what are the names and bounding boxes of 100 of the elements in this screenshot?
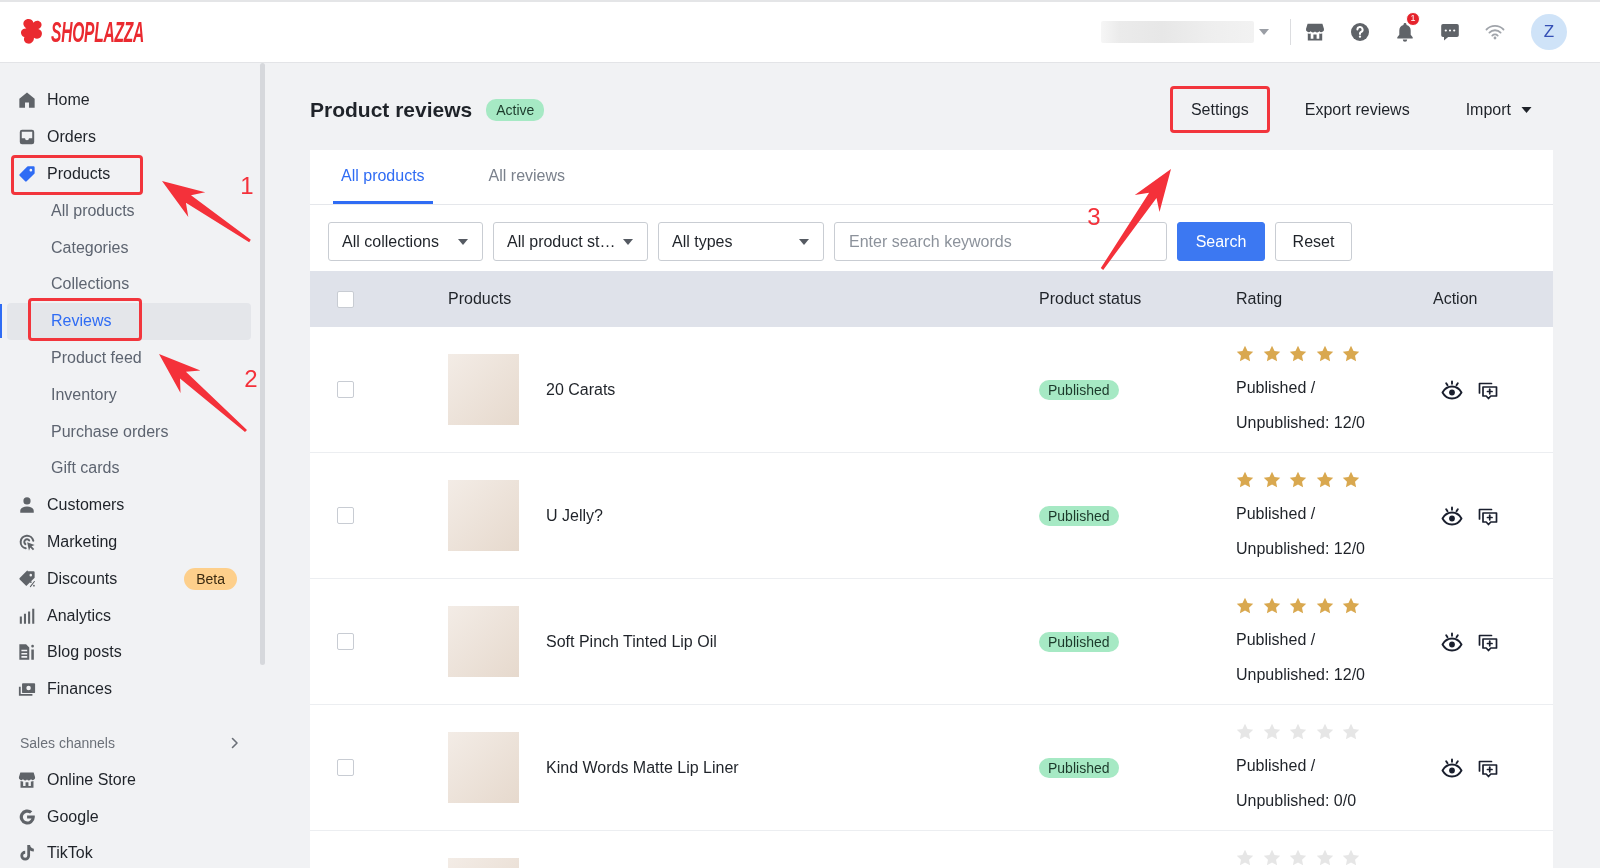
logo-icon[interactable] [20, 17, 44, 47]
avatar[interactable]: Z [1531, 14, 1567, 50]
caret-icon[interactable] [1259, 29, 1269, 35]
action-button[interactable]: Settings [1169, 86, 1270, 133]
status-badge: Published [1039, 757, 1119, 778]
checkbox[interactable] [337, 759, 354, 776]
chevron-right-icon[interactable] [231, 736, 239, 749]
nav-subitem[interactable]: Inventory [7, 376, 121, 414]
star-icon [1315, 849, 1334, 866]
notification-badge: 1 [1406, 12, 1420, 26]
help-icon[interactable] [1350, 22, 1370, 42]
column-header: Product status [1039, 290, 1142, 307]
star-icon [1342, 723, 1360, 740]
logo-wordmark[interactable]: SHOPLAZZA [51, 17, 144, 47]
nav-item[interactable]: Discounts Beta [7, 560, 251, 598]
star-icon [1315, 345, 1334, 362]
photo-placeholder [448, 606, 519, 677]
star-icon [1342, 597, 1360, 614]
checkbox[interactable] [337, 507, 354, 524]
nav-subitem[interactable]: Purchase orders [7, 413, 173, 450]
tab[interactable]: All reviews [480, 150, 574, 204]
nav-subitem[interactable]: All products [7, 192, 139, 230]
annotation-number: 1 [240, 174, 254, 198]
column-header: Products [448, 290, 512, 307]
eye-icon[interactable] [1441, 379, 1463, 400]
star-icon [1342, 849, 1360, 866]
storefront-icon[interactable] [1305, 22, 1325, 42]
product-name[interactable]: Kind Words Matte Lip Liner [546, 758, 739, 777]
star-icon [1262, 471, 1281, 488]
checkbox[interactable] [337, 633, 354, 650]
feature-badge: Beta [184, 567, 237, 590]
star-icon [1289, 723, 1307, 740]
review-counts: Published / Unpublished: 12/0 [1236, 504, 1366, 559]
filter-dropdown[interactable]: All types [658, 222, 824, 261]
caret-icon [1521, 106, 1532, 113]
nav-subitem[interactable]: Collections [7, 266, 134, 303]
nav-item[interactable]: Orders [7, 118, 100, 156]
star-icon [1289, 849, 1307, 866]
action-button[interactable]: Export reviews [1283, 86, 1431, 133]
bell-icon[interactable] [1395, 22, 1415, 42]
caret-icon [458, 238, 468, 245]
chat-icon[interactable] [1440, 22, 1460, 42]
page-title: Product reviews [310, 97, 473, 122]
nav-item[interactable]: Analytics [7, 597, 116, 634]
star-icon [1236, 597, 1254, 614]
product-name[interactable]: U Jelly? [546, 506, 603, 525]
nav-subitem[interactable]: Reviews [7, 302, 251, 340]
primary-button[interactable]: Search [1177, 222, 1265, 261]
nav-item[interactable]: Customers [7, 486, 129, 524]
nav-item[interactable]: Google [7, 798, 103, 835]
review-counts: Published / Unpublished: 12/0 [1236, 630, 1366, 685]
nav-item[interactable]: TikTok [7, 834, 97, 868]
tab[interactable]: All products [333, 150, 433, 204]
star-icon [1236, 471, 1254, 488]
star-icon [1289, 597, 1307, 614]
column-header: Rating [1236, 290, 1283, 307]
nav-item[interactable]: Marketing [7, 523, 122, 561]
checkbox[interactable] [337, 290, 354, 308]
star-icon [1342, 471, 1360, 488]
nav-item[interactable]: Blog posts [7, 633, 126, 671]
nav-subitem[interactable]: Categories [7, 229, 133, 266]
product-name[interactable]: Soft Pinch Tinted Lip Oil [546, 632, 717, 651]
dropdown-button[interactable]: Import [1444, 86, 1553, 133]
nav-item[interactable]: Finances [7, 670, 116, 708]
star-icon [1262, 597, 1281, 614]
star-icon [1289, 345, 1307, 362]
nav-subitem[interactable]: Gift cards [7, 449, 124, 487]
star-icon [1262, 849, 1281, 866]
status-badge: Published [1039, 631, 1119, 652]
filter-dropdown[interactable]: All product st… [493, 222, 648, 261]
star-icon [1289, 471, 1307, 488]
star-icon [1315, 471, 1334, 488]
photo-placeholder [448, 732, 519, 803]
column-header: Action [1433, 290, 1478, 307]
star-icon [1342, 345, 1360, 362]
annotation-number: 2 [244, 367, 258, 391]
filter-dropdown[interactable]: All collections [328, 222, 483, 261]
caret-icon [623, 238, 633, 245]
star-icon [1262, 345, 1281, 362]
nav-subitem[interactable]: Product feed [7, 339, 146, 377]
photo-placeholder [448, 354, 519, 425]
eye-icon[interactable] [1441, 505, 1463, 526]
product-name[interactable]: 20 Carats [546, 380, 616, 399]
secondary-button[interactable]: Reset [1275, 222, 1352, 261]
checkbox[interactable] [337, 381, 354, 398]
star-icon [1262, 723, 1281, 740]
star-icon [1236, 345, 1254, 362]
scrollbar-thumb[interactable] [260, 63, 265, 665]
section-title: Sales channels [20, 734, 115, 751]
status-badge: Published [1039, 505, 1119, 526]
nav-item[interactable]: Home [7, 82, 94, 119]
eye-icon[interactable] [1441, 757, 1463, 778]
star-icon [1236, 849, 1254, 866]
review-counts: Published / Unpublished: 0/0 [1236, 756, 1358, 811]
nav-item[interactable]: Products [7, 155, 115, 193]
star-icon [1315, 723, 1334, 740]
eye-icon[interactable] [1441, 631, 1463, 652]
status-badge: Active [486, 98, 545, 121]
caret-icon [799, 238, 809, 245]
nav-item[interactable]: Online Store [7, 761, 140, 799]
